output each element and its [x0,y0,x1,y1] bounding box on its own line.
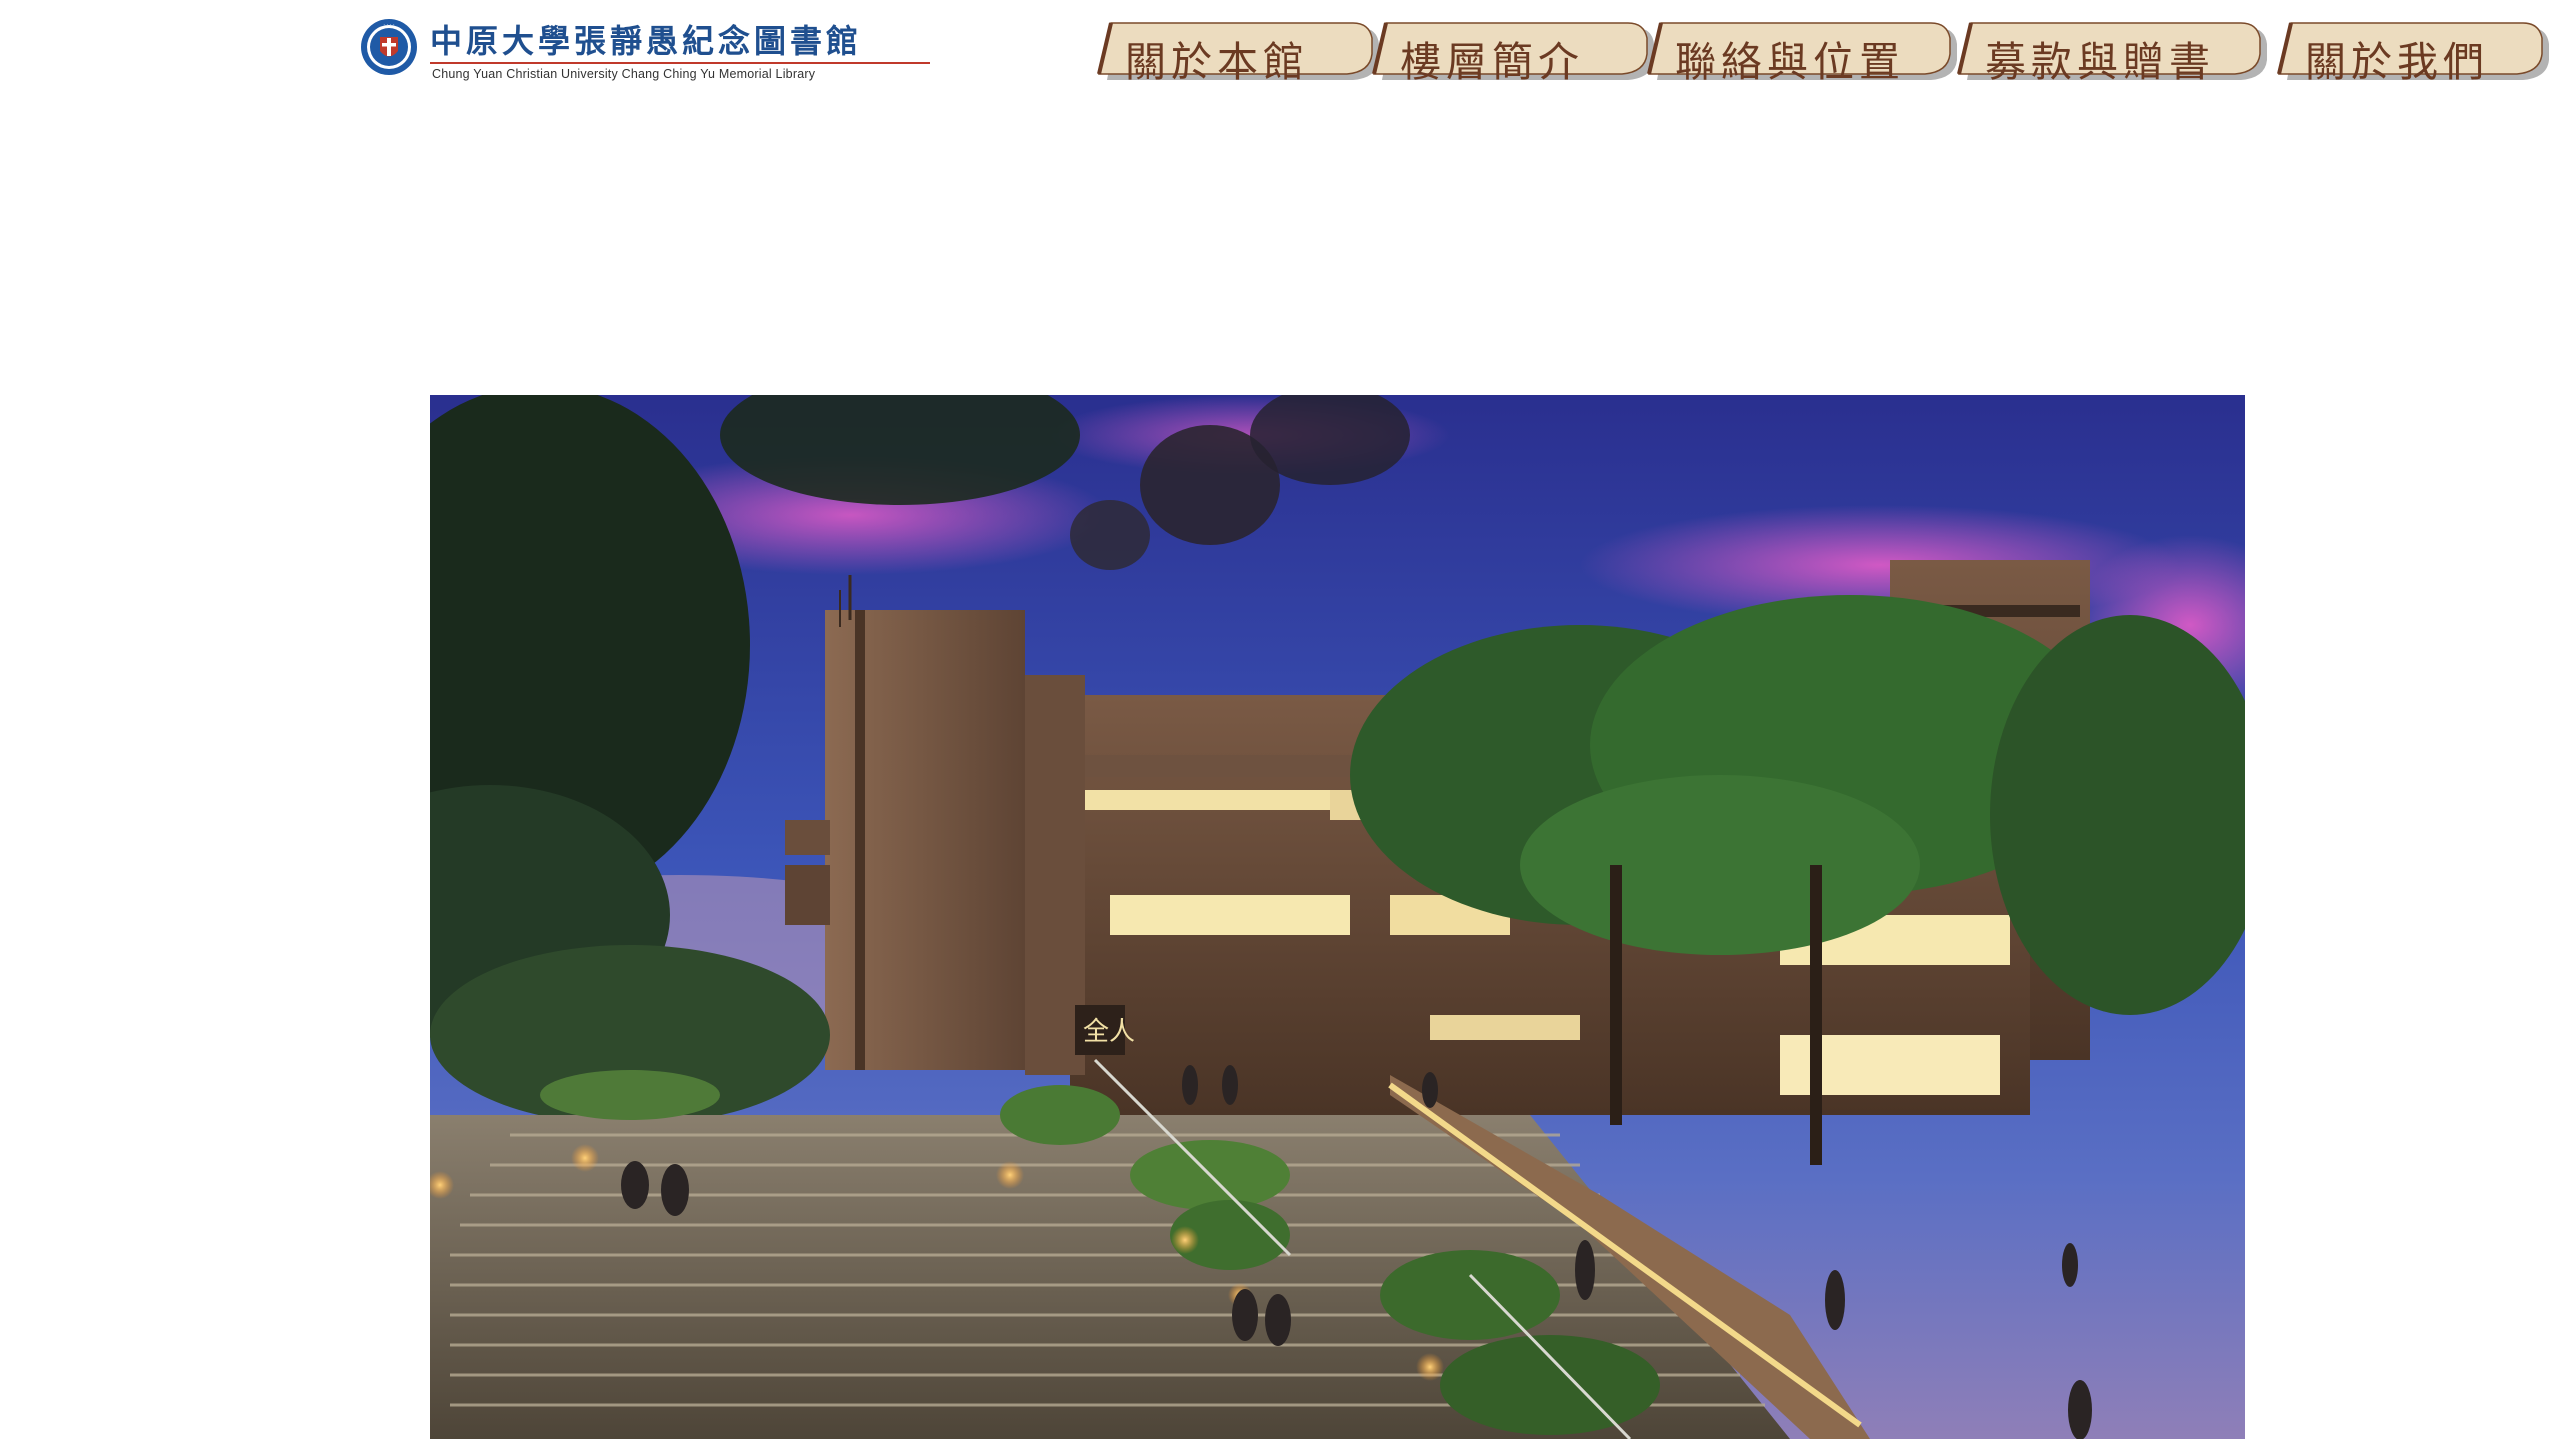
nav-tab-floor-guide[interactable]: 樓層簡介 [1370,20,1660,86]
nav-tab-about-library[interactable]: 關於本館 [1095,20,1385,86]
logo-underline [430,62,930,64]
nav-tab-contact-location[interactable]: 聯絡與位置 [1645,20,1963,86]
nav-tab-label: 關於本館 [1125,38,1309,86]
page: · · · · 中原大學張靜愚紀念圖書館 Chung Yuan Christia… [0,0,2560,1439]
nav-tab-label: 關於我們 [2305,38,2489,86]
logo-title-zh: 中原大學張靜愚紀念圖書館 [430,22,863,60]
library-building-photo: 全人 [430,395,2245,1439]
library-logo[interactable]: · · · · 中原大學張靜愚紀念圖書館 Chung Yuan Christia… [360,16,935,82]
nav-tab-donations[interactable]: 募款與贈書 [1955,20,2273,86]
building-sign-text: 全人 [1083,1017,1135,1047]
nav-tab-label: 樓層簡介 [1400,38,1584,86]
nav-tab-label: 聯絡與位置 [1675,38,1905,86]
svg-text:· · · ·: · · · · [383,22,395,28]
logo-title-en: Chung Yuan Christian University Chang Ch… [432,67,816,81]
nav-tab-about-us[interactable]: 關於我們 [2275,20,2555,86]
university-emblem-icon: · · · · [361,19,417,75]
hero-scene: 全人 [430,395,2245,1439]
nav-tab-label: 募款與贈書 [1985,38,2215,86]
